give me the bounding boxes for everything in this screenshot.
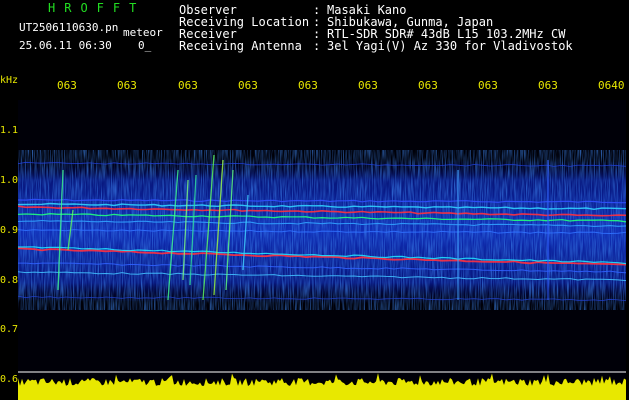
x-tick-label: 063 [238, 79, 258, 92]
y-axis-unit: kHz [0, 75, 19, 86]
filename-label: UT2506110630.pn [19, 21, 119, 34]
x-tick-label: 063 [57, 79, 77, 92]
y-tick-label: 0.7 [0, 324, 19, 335]
amplitude-strip [18, 373, 626, 400]
x-tick-label: 063 [538, 79, 558, 92]
x-tick-label: 063 [178, 79, 198, 92]
counter-label: 0_ [138, 39, 152, 52]
spectrogram [18, 100, 626, 380]
x-tick-label: 063 [117, 79, 137, 92]
x-tick-label: 063 [298, 79, 318, 92]
product-label: meteor [123, 26, 163, 39]
x-tick-label: 063 [418, 79, 438, 92]
x-tick-label: 0640 [598, 79, 625, 92]
header-value-antenna: 3el Yagi(V) Az 330 for Vladivostok [327, 39, 573, 53]
header-colon: : [313, 39, 321, 53]
x-tick-label: 063 [358, 79, 378, 92]
datetime-label: 25.06.11 06:30 [19, 39, 112, 52]
header-label-antenna: Receiving Antenna [179, 39, 302, 53]
x-tick-label: 063 [478, 79, 498, 92]
y-tick-label: 1.0 [0, 175, 19, 186]
y-tick-label: 0.8 [0, 275, 19, 286]
noise-band [18, 150, 626, 310]
amplitude-fill [18, 373, 626, 400]
y-tick-label: 1.1 [0, 125, 19, 136]
app-title: HROFFT [48, 1, 146, 15]
y-tick-label: 0.9 [0, 225, 19, 236]
y-tick-label: 0.6 [0, 374, 19, 385]
